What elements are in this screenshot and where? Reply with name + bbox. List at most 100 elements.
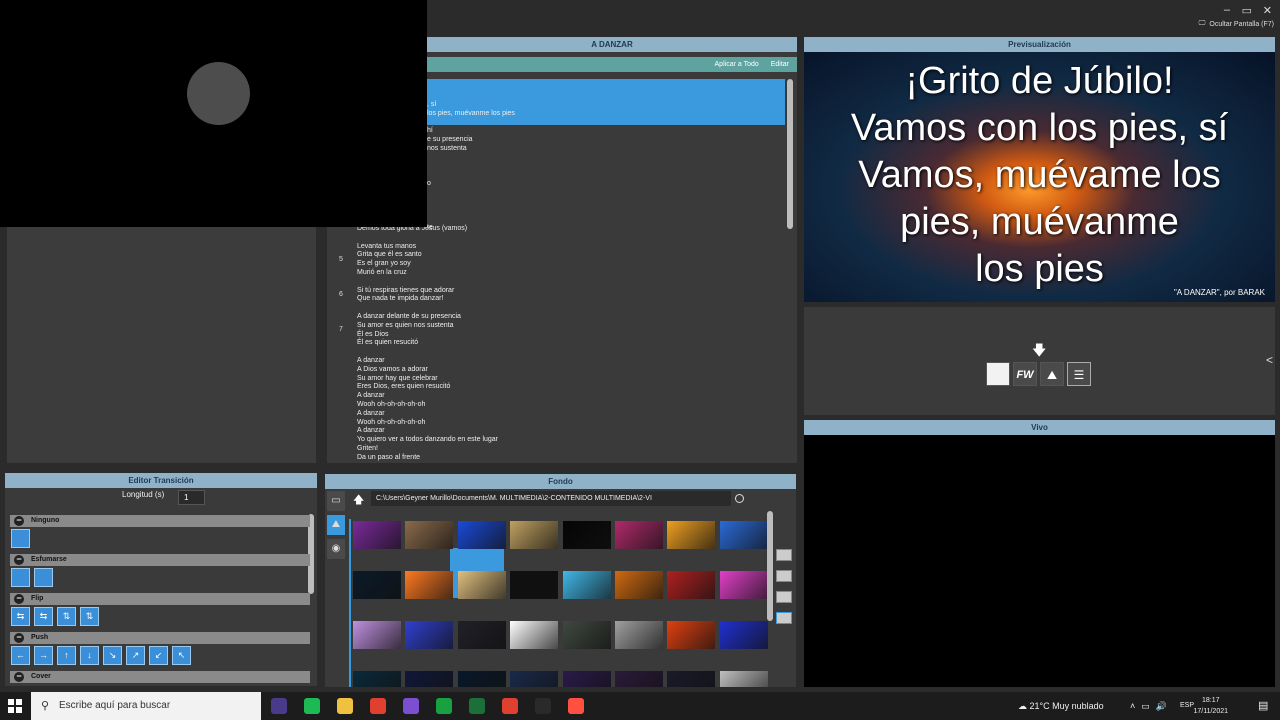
minimize-button[interactable]: – (1224, 4, 1230, 16)
taskbar-app-icon[interactable] (271, 698, 287, 714)
background-thumbnail[interactable] (510, 671, 559, 687)
color-tab-icon[interactable]: ▭ (327, 491, 345, 511)
background-thumbnail[interactable] (562, 671, 611, 687)
transition-section[interactable]: − Flip (10, 593, 310, 605)
image-tab-icon[interactable]: ⛰ (327, 515, 345, 535)
thumbnail-scrollbar[interactable] (767, 511, 773, 621)
view-medium-button[interactable] (776, 570, 792, 582)
background-thumbnail[interactable] (405, 571, 454, 599)
taskbar-app-icon[interactable] (304, 698, 320, 714)
transition-option[interactable]: ⇅ (57, 607, 76, 626)
transition-section[interactable]: − Ninguno (10, 515, 310, 527)
clock[interactable]: 18:17 17/11/2021 (1193, 695, 1228, 717)
maximize-button[interactable]: ▭ (1242, 4, 1252, 17)
background-thumbnail[interactable] (719, 571, 768, 599)
hide-screen-button[interactable]: 🖵 Ocultar Pantalla (F7) (1199, 20, 1274, 28)
background-thumbnail[interactable] (510, 521, 559, 549)
transition-option[interactable] (11, 529, 30, 548)
taskbar-app-icon[interactable] (436, 698, 452, 714)
background-thumbnail[interactable] (510, 571, 559, 599)
fw-button[interactable]: FW (1013, 362, 1037, 386)
background-thumbnail[interactable] (353, 521, 401, 549)
weather-widget[interactable]: ☁ 21°C Muy nublado (1018, 692, 1104, 720)
background-thumbnail[interactable] (562, 571, 611, 599)
transition-option[interactable]: ⇅ (80, 607, 99, 626)
windows-start-icon[interactable] (8, 699, 22, 713)
background-thumbnail[interactable] (719, 621, 768, 649)
view-small-button[interactable] (776, 549, 792, 561)
transition-option[interactable] (11, 568, 30, 587)
lyrics-scrollbar[interactable] (787, 79, 793, 229)
taskbar-app-icon[interactable] (502, 698, 518, 714)
transition-option[interactable]: ← (11, 646, 30, 665)
transition-option[interactable]: ↓ (80, 646, 99, 665)
blank-background-button[interactable] (986, 362, 1010, 386)
section-label: Esfumarse (31, 556, 67, 563)
background-thumbnail[interactable] (457, 621, 506, 649)
background-thumbnail[interactable] (719, 671, 768, 687)
transition-option[interactable] (34, 568, 53, 587)
transition-option[interactable]: ⇆ (11, 607, 30, 626)
collapse-icon[interactable]: − (14, 516, 24, 526)
video-tab-icon[interactable]: ◉ (327, 539, 345, 559)
transition-option[interactable]: ↗ (126, 646, 145, 665)
transition-option[interactable]: ↘ (103, 646, 122, 665)
background-thumbnail[interactable] (615, 521, 663, 549)
background-thumbnail[interactable] (615, 621, 663, 649)
transition-option[interactable]: ↑ (57, 646, 76, 665)
language-indicator[interactable]: ESP (1180, 692, 1194, 720)
transition-option[interactable]: ↖ (172, 646, 191, 665)
apply-all-button[interactable]: Aplicar a Todo (715, 61, 759, 68)
background-thumbnail[interactable] (562, 621, 611, 649)
length-input[interactable]: 1 (178, 490, 205, 505)
collapse-arrow-icon[interactable]: < (1266, 353, 1273, 367)
taskbar-app-icon[interactable] (535, 698, 551, 714)
collapse-icon[interactable]: − (14, 633, 24, 643)
background-thumbnail[interactable] (510, 621, 559, 649)
background-thumbnail[interactable] (353, 571, 401, 599)
background-thumbnail[interactable] (405, 621, 454, 649)
collapse-icon[interactable]: − (14, 594, 24, 604)
view-large-button[interactable] (776, 591, 792, 603)
view-xlarge-button[interactable] (776, 612, 792, 624)
background-thumbnail[interactable] (457, 671, 506, 687)
transition-option[interactable]: ⇆ (34, 607, 53, 626)
taskbar-app-icon[interactable] (469, 698, 485, 714)
collapse-icon[interactable]: − (14, 672, 24, 682)
transition-section[interactable]: − Push (10, 632, 310, 644)
transition-section[interactable]: − Cover (10, 671, 310, 683)
zoom-slider-handle[interactable] (735, 494, 744, 503)
image-background-button[interactable]: ⛰ (1040, 362, 1064, 386)
taskbar-search[interactable]: ⚲ Escribe aquí para buscar (31, 692, 261, 720)
background-thumbnail[interactable] (353, 671, 401, 687)
background-thumbnail[interactable] (457, 571, 506, 599)
background-thumbnail[interactable] (615, 671, 663, 687)
close-button[interactable]: ✕ (1263, 4, 1272, 17)
taskbar-app-icon[interactable] (403, 698, 419, 714)
transition-option[interactable]: → (34, 646, 53, 665)
background-thumbnail[interactable] (667, 621, 716, 649)
background-thumbnail[interactable] (353, 621, 401, 649)
folder-path[interactable]: C:\Users\Geyner Murillo\Documents\M. MUL… (371, 491, 731, 506)
background-thumbnail[interactable] (615, 571, 663, 599)
background-thumbnail[interactable] (457, 521, 506, 549)
system-tray-icons[interactable]: ˄▭🔊 (1130, 692, 1173, 720)
text-layer-button[interactable]: ☰ (1067, 362, 1091, 386)
background-thumbnail[interactable] (719, 521, 768, 549)
background-thumbnail[interactable] (405, 671, 454, 687)
taskbar-app-icon[interactable] (568, 698, 584, 714)
transition-section[interactable]: − Esfumarse (10, 554, 310, 566)
collapse-icon[interactable]: − (14, 555, 24, 565)
background-thumbnail[interactable] (405, 521, 454, 549)
transition-option[interactable]: ↙ (149, 646, 168, 665)
taskbar-app-icon[interactable] (337, 698, 353, 714)
taskbar-app-icon[interactable] (370, 698, 386, 714)
background-thumbnail[interactable] (667, 671, 716, 687)
background-thumbnail[interactable] (667, 571, 716, 599)
background-thumbnail[interactable] (667, 521, 716, 549)
up-folder-icon[interactable]: 🡅 (353, 491, 364, 510)
lyric-line: Levanta tus manos (357, 242, 417, 250)
edit-button[interactable]: Editar (771, 61, 789, 68)
background-thumbnail[interactable] (562, 521, 611, 549)
notifications-icon[interactable]: ▤ (1258, 692, 1268, 720)
